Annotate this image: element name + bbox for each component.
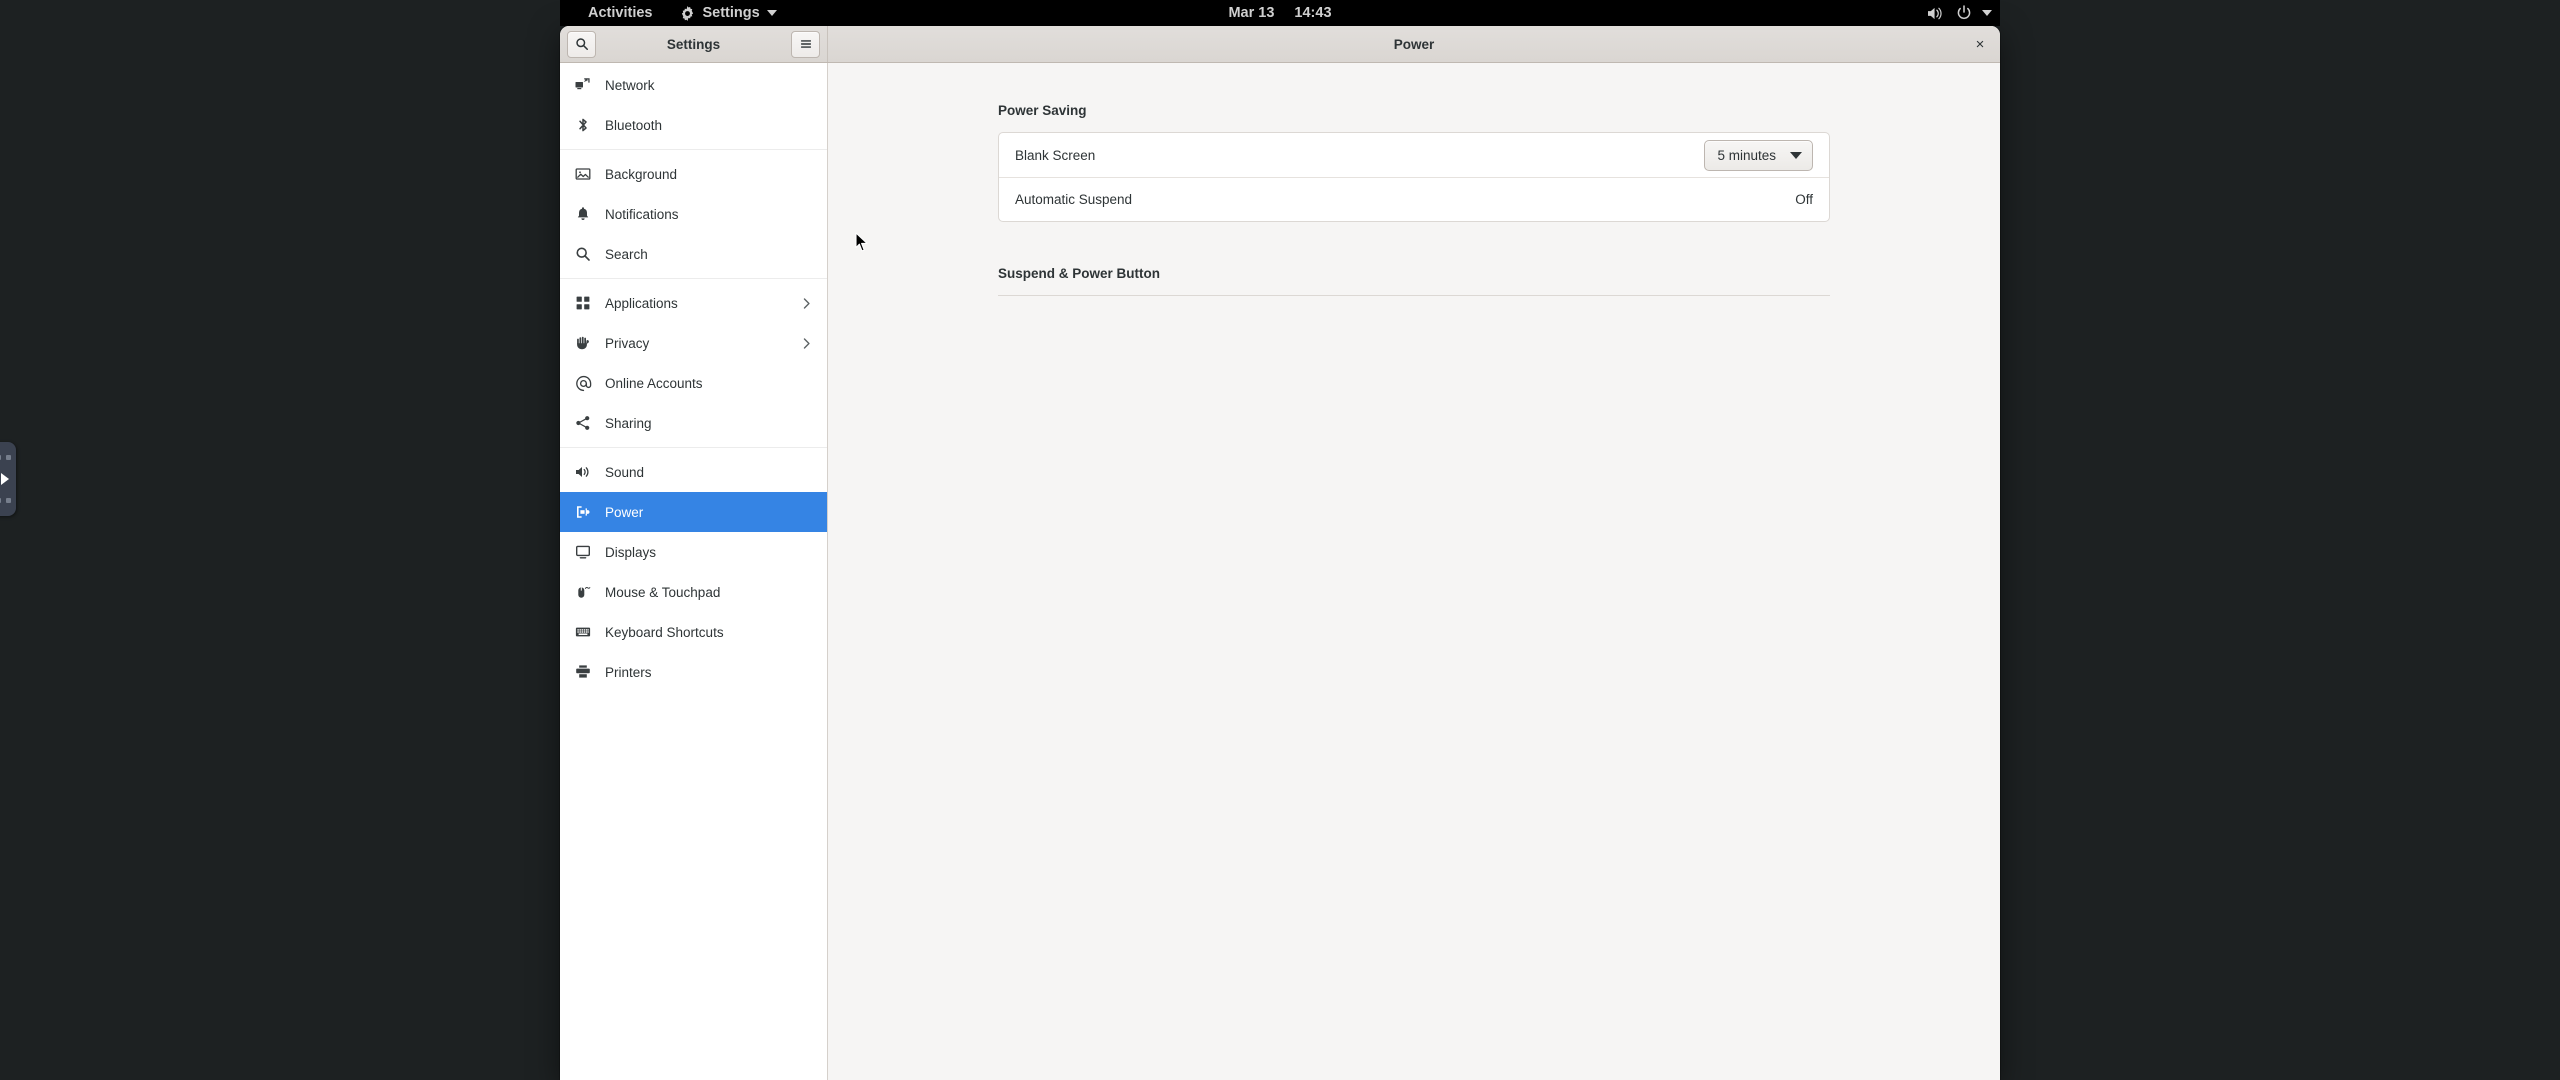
share-nodes-icon bbox=[574, 414, 592, 432]
settings-sidebar[interactable]: Network Bluetooth Background Notificatio… bbox=[560, 63, 828, 1080]
gear-icon bbox=[680, 5, 695, 21]
sidebar-item-label: Bluetooth bbox=[605, 117, 663, 133]
sidebar-item-label: Sound bbox=[605, 464, 645, 480]
sidebar-item-network[interactable]: Network bbox=[560, 65, 827, 105]
sidebar-item-label: Printers bbox=[605, 664, 652, 680]
sidebar-item-applications[interactable]: Applications bbox=[560, 283, 827, 323]
clock-time: 14:43 bbox=[1294, 5, 1332, 21]
page-title: Power bbox=[1393, 36, 1435, 52]
sidebar-item-label: Search bbox=[605, 246, 648, 262]
clock-button[interactable]: Mar 13 14:43 bbox=[1214, 0, 1345, 26]
sidebar-item-label: Displays bbox=[605, 544, 657, 560]
power-plug-icon bbox=[574, 503, 592, 521]
chevron-right-icon bbox=[800, 297, 813, 310]
power-settings-content: Power Saving Blank Screen 5 minutes Auto… bbox=[828, 63, 2000, 1080]
network-icon bbox=[574, 76, 592, 94]
dock-handle-dots-bottom bbox=[0, 497, 11, 503]
hand-privacy-icon bbox=[574, 334, 592, 352]
bell-icon bbox=[574, 205, 592, 223]
keyboard-icon bbox=[574, 623, 592, 641]
dock-handle-dots-top bbox=[0, 455, 11, 461]
sidebar-item-label: Power bbox=[605, 504, 644, 520]
sidebar-item-label: Keyboard Shortcuts bbox=[605, 624, 724, 640]
search-icon bbox=[574, 245, 592, 263]
row-blank-screen[interactable]: Blank Screen 5 minutes bbox=[999, 133, 1829, 177]
sidebar-item-power[interactable]: Power bbox=[560, 492, 827, 532]
activities-button[interactable]: Activities bbox=[574, 0, 666, 26]
sidebar-item-label: Online Accounts bbox=[605, 375, 703, 391]
sidebar-item-label: Background bbox=[605, 166, 678, 182]
volume-high-icon[interactable] bbox=[1923, 6, 1948, 21]
sidebar-item-label: Privacy bbox=[605, 335, 650, 351]
mouse-icon bbox=[574, 583, 592, 601]
sidebar-separator bbox=[560, 278, 827, 279]
sidebar-item-label: Mouse & Touchpad bbox=[605, 584, 721, 600]
sidebar-item-label: Sharing bbox=[605, 415, 652, 431]
settings-window: Settings Power × Network Bluetooth Backg… bbox=[560, 26, 2000, 1080]
activities-label: Activities bbox=[588, 5, 653, 21]
sidebar-item-label: Applications bbox=[605, 295, 678, 311]
window-header-bar: Settings Power × bbox=[560, 26, 2000, 63]
close-button[interactable]: × bbox=[1970, 34, 1990, 54]
sidebar-title: Settings bbox=[666, 36, 721, 52]
sidebar-item-background[interactable]: Background bbox=[560, 154, 827, 194]
app-menu-label: Settings bbox=[702, 5, 760, 21]
chevron-right-icon bbox=[800, 337, 813, 350]
sidebar-item-sharing[interactable]: Sharing bbox=[560, 403, 827, 443]
hamburger-menu-icon bbox=[799, 37, 813, 51]
close-icon: × bbox=[1975, 35, 1985, 53]
row-automatic-suspend[interactable]: Automatic Suspend Off bbox=[999, 177, 1829, 221]
automatic-suspend-value: Off bbox=[1795, 192, 1813, 207]
sidebar-item-bluetooth[interactable]: Bluetooth bbox=[560, 105, 827, 145]
power-icon[interactable] bbox=[1952, 5, 1976, 21]
content-header: Power × bbox=[828, 26, 2000, 62]
sidebar-item-sound[interactable]: Sound bbox=[560, 452, 827, 492]
chevron-down-icon bbox=[1790, 151, 1802, 159]
section-title: Power Saving bbox=[998, 103, 1087, 118]
chevron-down-icon bbox=[766, 10, 777, 16]
printer-icon bbox=[574, 663, 592, 681]
blank-screen-value: 5 minutes bbox=[1717, 147, 1776, 163]
speaker-icon bbox=[574, 463, 592, 481]
row-label: Blank Screen bbox=[1015, 147, 1096, 163]
dock-handle[interactable] bbox=[0, 442, 16, 516]
sidebar-item-search[interactable]: Search bbox=[560, 234, 827, 274]
sidebar-item-displays[interactable]: Displays bbox=[560, 532, 827, 572]
status-menu-chevron-down-icon[interactable] bbox=[1982, 10, 1992, 16]
suspend-power-button-list bbox=[998, 295, 1830, 296]
power-saving-section: Power Saving Blank Screen 5 minutes Auto… bbox=[998, 103, 1830, 222]
section-title: Suspend & Power Button bbox=[998, 266, 1160, 281]
sidebar-separator bbox=[560, 447, 827, 448]
background-image-icon bbox=[574, 165, 592, 183]
suspend-power-button-section: Suspend & Power Button bbox=[998, 266, 1830, 296]
app-menu-button[interactable]: Settings bbox=[666, 0, 790, 26]
sidebar-separator bbox=[560, 149, 827, 150]
blank-screen-dropdown[interactable]: 5 minutes bbox=[1704, 139, 1813, 171]
applications-grid-icon bbox=[574, 294, 592, 312]
sidebar-item-mouse-touchpad[interactable]: Mouse & Touchpad bbox=[560, 572, 827, 612]
row-label: Automatic Suspend bbox=[1015, 192, 1133, 207]
sidebar-item-privacy[interactable]: Privacy bbox=[560, 323, 827, 363]
search-icon bbox=[575, 37, 589, 51]
gnome-top-bar: Activities Settings Mar 13 14:43 bbox=[560, 0, 2000, 26]
dock-handle-arrow-icon bbox=[1, 472, 9, 485]
sidebar-header: Settings bbox=[560, 26, 828, 62]
monitor-icon bbox=[574, 543, 592, 561]
sidebar-item-online-accounts[interactable]: Online Accounts bbox=[560, 363, 827, 403]
at-sign-icon bbox=[574, 374, 592, 392]
desktop: Activities Settings Mar 13 14:43 Setting… bbox=[0, 0, 2560, 1080]
sidebar-item-printers[interactable]: Printers bbox=[560, 652, 827, 692]
sidebar-item-label: Network bbox=[605, 77, 655, 93]
sidebar-item-keyboard-shortcuts[interactable]: Keyboard Shortcuts bbox=[560, 612, 827, 652]
power-saving-list: Blank Screen 5 minutes Automatic Suspend… bbox=[998, 132, 1830, 222]
clock-date: Mar 13 bbox=[1228, 5, 1275, 21]
window-body: Network Bluetooth Background Notificatio… bbox=[560, 63, 2000, 1080]
search-button[interactable] bbox=[567, 30, 596, 58]
main-menu-button[interactable] bbox=[791, 30, 820, 58]
sidebar-item-label: Notifications bbox=[605, 206, 679, 222]
bluetooth-icon bbox=[574, 116, 592, 134]
sidebar-item-notifications[interactable]: Notifications bbox=[560, 194, 827, 234]
